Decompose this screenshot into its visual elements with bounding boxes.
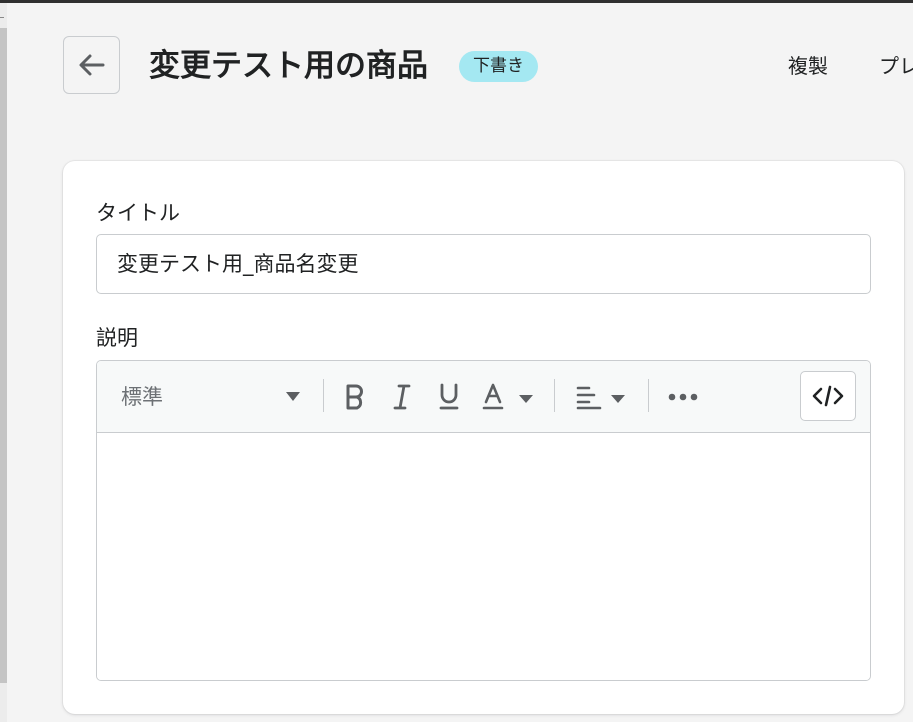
title-label: タイトル: [96, 201, 180, 225]
product-details-card: タイトル 変更テスト用_商品名変更 説明 標準: [63, 161, 904, 714]
arrow-left-icon: [79, 54, 104, 76]
code-icon: [812, 385, 844, 407]
editor-toolbar: 標準: [97, 361, 870, 433]
underline-icon: [439, 383, 459, 410]
duplicate-button[interactable]: 複製: [788, 50, 828, 82]
bold-icon: [346, 384, 363, 410]
page-title: 変更テスト用の商品: [149, 48, 428, 84]
more-options-button[interactable]: [667, 387, 699, 407]
bold-button[interactable]: [342, 381, 368, 413]
text-color-icon: [482, 383, 533, 410]
toolbar-separator: [323, 379, 324, 412]
more-icon: [668, 393, 698, 401]
status-badge: 下書き: [459, 51, 538, 82]
scrollbar-tick: [0, 17, 4, 18]
rich-text-editor: 標準: [96, 360, 871, 681]
toolbar-separator: [554, 379, 555, 412]
italic-button[interactable]: [389, 381, 415, 413]
html-view-button[interactable]: [800, 371, 856, 421]
scrollbar-thumb[interactable]: [0, 28, 7, 683]
align-button[interactable]: [575, 381, 629, 413]
chevron-down-icon: [286, 392, 300, 401]
align-left-icon: [576, 386, 625, 410]
left-scrollbar[interactable]: [0, 3, 7, 722]
editor-content-area[interactable]: [97, 433, 870, 680]
underline-button[interactable]: [436, 381, 462, 413]
format-select[interactable]: 標準: [97, 361, 317, 432]
format-select-value: 標準: [121, 385, 163, 409]
toolbar-separator: [648, 379, 649, 412]
title-input[interactable]: 変更テスト用_商品名変更: [96, 234, 871, 294]
text-color-button[interactable]: [482, 381, 536, 413]
italic-icon: [393, 384, 411, 410]
preview-button[interactable]: プレ: [879, 50, 913, 82]
window-top-border: [0, 0, 913, 3]
back-button[interactable]: [63, 36, 120, 94]
description-label: 説明: [96, 326, 138, 350]
